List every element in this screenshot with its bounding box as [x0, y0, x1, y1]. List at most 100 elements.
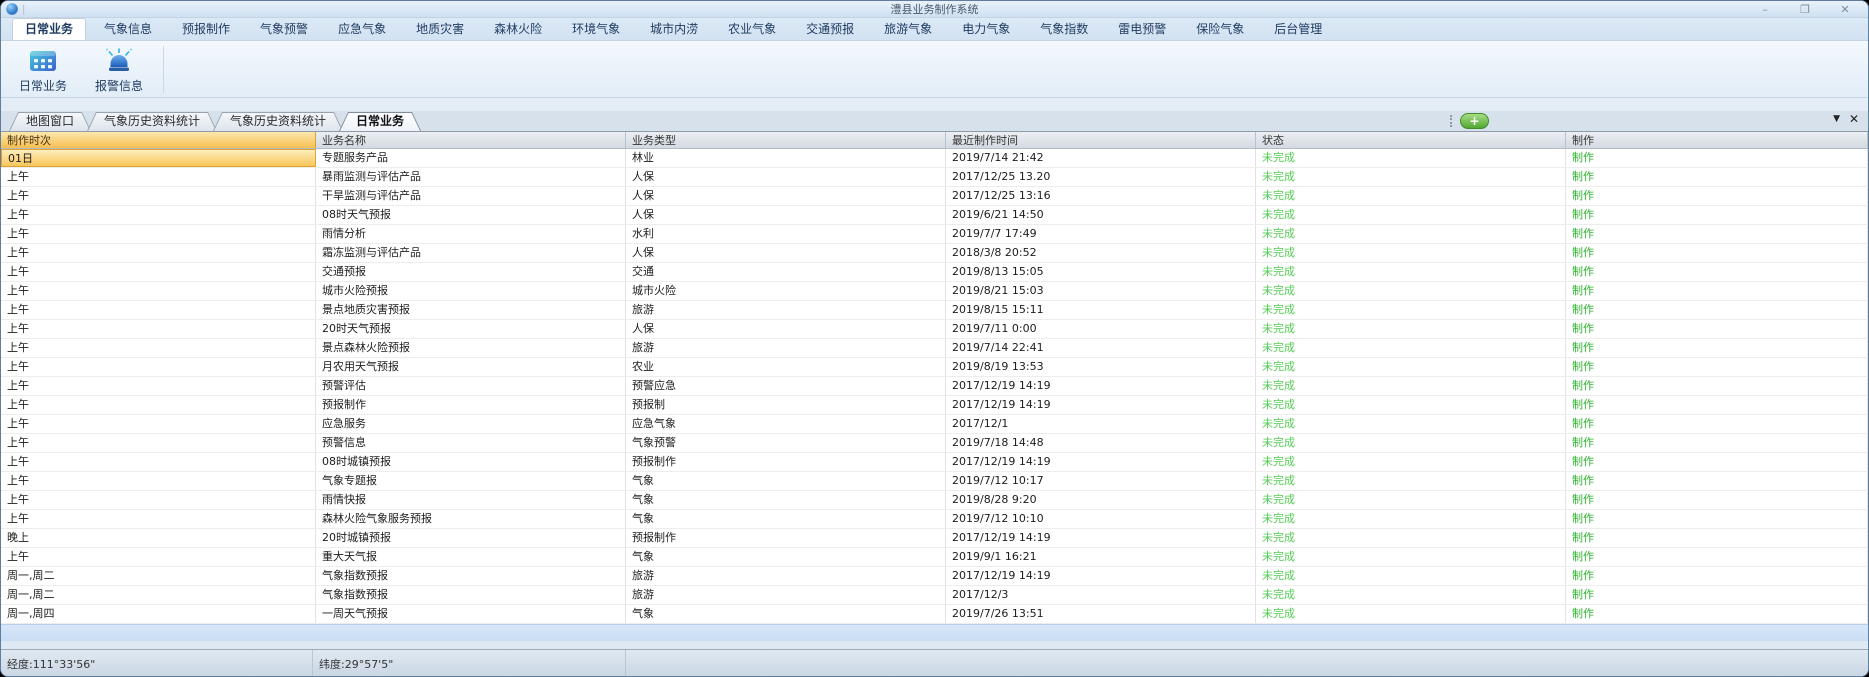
cell-status: 未完成	[1256, 529, 1566, 547]
ribbon-button-alarm-info[interactable]: 报警信息	[81, 44, 157, 95]
table-row[interactable]: 上午预警信息气象预警2019/7/18 14:48未完成制作	[1, 434, 1868, 453]
minimize-button[interactable]: –	[1758, 1, 1772, 18]
table-row[interactable]: 上午暴雨监测与评估产品人保2017/12/25 13.20未完成制作	[1, 168, 1868, 187]
cell-status: 未完成	[1256, 320, 1566, 338]
menu-item-13[interactable]: 电力气象	[950, 19, 1022, 40]
table-row[interactable]: 上午预警评估预警应急2017/12/19 14:19未完成制作	[1, 377, 1868, 396]
close-button[interactable]: ✕	[1838, 1, 1852, 18]
cell-action[interactable]: 制作	[1566, 510, 1868, 528]
cell-action[interactable]: 制作	[1566, 149, 1868, 167]
column-header-1[interactable]: 制作时次	[1, 132, 316, 148]
tab-close-icon[interactable]: ✕	[1849, 112, 1859, 126]
table-row[interactable]: 周一,周二气象指数预报旅游2017/12/19 14:19未完成制作	[1, 567, 1868, 586]
table-row[interactable]: 上午雨情分析水利2019/7/7 17:49未完成制作	[1, 225, 1868, 244]
ribbon-button-label: 报警信息	[95, 77, 143, 94]
table-row[interactable]: 上午预报制作预报制2017/12/19 14:19未完成制作	[1, 396, 1868, 415]
menu-item-7[interactable]: 森林火险	[482, 19, 554, 40]
cell-action[interactable]: 制作	[1566, 472, 1868, 490]
cell-action[interactable]: 制作	[1566, 358, 1868, 376]
menu-item-9[interactable]: 城市内涝	[638, 19, 710, 40]
menu-item-8[interactable]: 环境气象	[560, 19, 632, 40]
cell-action[interactable]: 制作	[1566, 377, 1868, 395]
cell-type: 应急气象	[626, 415, 946, 433]
cell-action[interactable]: 制作	[1566, 282, 1868, 300]
cell-status: 未完成	[1256, 225, 1566, 243]
cell-action[interactable]: 制作	[1566, 263, 1868, 281]
doc-tab-3[interactable]: 气象历史资料统计	[213, 112, 343, 131]
column-header-4[interactable]: 最近制作时间	[946, 132, 1256, 148]
column-header-3[interactable]: 业务类型	[626, 132, 946, 148]
cell-action[interactable]: 制作	[1566, 415, 1868, 433]
table-row[interactable]: 01日专题服务产品林业2019/7/14 21:42未完成制作	[1, 149, 1868, 168]
cell-type: 气象	[626, 510, 946, 528]
table-row[interactable]: 上午08时城镇预报预报制作2017/12/19 14:19未完成制作	[1, 453, 1868, 472]
cell-name: 暴雨监测与评估产品	[316, 168, 626, 186]
cell-action[interactable]: 制作	[1566, 491, 1868, 509]
table-row[interactable]: 上午景点森林火险预报旅游2019/7/14 22:41未完成制作	[1, 339, 1868, 358]
add-tab-button[interactable]: +	[1460, 113, 1489, 129]
menu-item-12[interactable]: 旅游气象	[872, 19, 944, 40]
cell-action[interactable]: 制作	[1566, 225, 1868, 243]
menu-item-10[interactable]: 农业气象	[716, 19, 788, 40]
table-row[interactable]: 上午森林火险气象服务预报气象2019/7/12 10:10未完成制作	[1, 510, 1868, 529]
table-row[interactable]: 上午重大天气报气象2019/9/1 16:21未完成制作	[1, 548, 1868, 567]
tab-grip-handle[interactable]	[1450, 115, 1452, 127]
menu-item-2[interactable]: 气象信息	[92, 19, 164, 40]
table-row[interactable]: 晚上20时城镇预报预报制作2017/12/19 14:19未完成制作	[1, 529, 1868, 548]
menu-item-17[interactable]: 后台管理	[1262, 19, 1334, 40]
cell-action[interactable]: 制作	[1566, 339, 1868, 357]
cell-time: 周一,周四	[1, 605, 316, 623]
menu-item-15[interactable]: 雷电预警	[1106, 19, 1178, 40]
table-row[interactable]: 上午08时天气预报人保2019/6/21 14:50未完成制作	[1, 206, 1868, 225]
menu-item-3[interactable]: 预报制作	[170, 19, 242, 40]
table-row[interactable]: 上午气象专题报气象2019/7/12 10:17未完成制作	[1, 472, 1868, 491]
cell-last-time: 2019/7/11 0:00	[946, 320, 1256, 338]
table-row[interactable]: 上午雨情快报气象2019/8/28 9:20未完成制作	[1, 491, 1868, 510]
table-row[interactable]: 上午交通预报交通2019/8/13 15:05未完成制作	[1, 263, 1868, 282]
cell-type: 旅游	[626, 301, 946, 319]
doc-tab-4[interactable]: 日常业务	[339, 112, 421, 131]
doc-tab-2[interactable]: 气象历史资料统计	[87, 112, 217, 131]
column-header-2[interactable]: 业务名称	[316, 132, 626, 148]
menu-item-14[interactable]: 气象指数	[1028, 19, 1100, 40]
table-row[interactable]: 上午应急服务应急气象2017/12/1未完成制作	[1, 415, 1868, 434]
menu-item-4[interactable]: 气象预警	[248, 19, 320, 40]
tab-list-chevron-down-icon[interactable]: ▼	[1833, 114, 1840, 124]
menu-item-5[interactable]: 应急气象	[326, 19, 398, 40]
cell-action[interactable]: 制作	[1566, 187, 1868, 205]
column-header-5[interactable]: 状态	[1256, 132, 1566, 148]
menu-item-6[interactable]: 地质灾害	[404, 19, 476, 40]
cell-action[interactable]: 制作	[1566, 567, 1868, 585]
menu-item-11[interactable]: 交通预报	[794, 19, 866, 40]
table-row[interactable]: 上午月农用天气预报农业2019/8/19 13:53未完成制作	[1, 358, 1868, 377]
cell-action[interactable]: 制作	[1566, 301, 1868, 319]
table-row[interactable]: 上午景点地质灾害预报旅游2019/8/15 15:11未完成制作	[1, 301, 1868, 320]
cell-action[interactable]: 制作	[1566, 206, 1868, 224]
cell-action[interactable]: 制作	[1566, 244, 1868, 262]
column-header-6[interactable]: 制作	[1566, 132, 1868, 148]
horizontal-scrollbar[interactable]	[1, 624, 1868, 641]
menu-item-1[interactable]: 日常业务	[12, 18, 86, 40]
cell-action[interactable]: 制作	[1566, 168, 1868, 186]
cell-action[interactable]: 制作	[1566, 453, 1868, 471]
table-row[interactable]: 上午干旱监测与评估产品人保2017/12/25 13:16未完成制作	[1, 187, 1868, 206]
cell-action[interactable]: 制作	[1566, 320, 1868, 338]
cell-action[interactable]: 制作	[1566, 586, 1868, 604]
table-row[interactable]: 上午20时天气预报人保2019/7/11 0:00未完成制作	[1, 320, 1868, 339]
cell-action[interactable]: 制作	[1566, 434, 1868, 452]
cell-action[interactable]: 制作	[1566, 548, 1868, 566]
cell-action[interactable]: 制作	[1566, 529, 1868, 547]
doc-tab-1[interactable]: 地图窗口	[9, 112, 91, 131]
ribbon-button-daily-business[interactable]: 日常业务	[5, 44, 81, 95]
cell-name: 景点森林火险预报	[316, 339, 626, 357]
grid-bottom-gap	[1, 641, 1868, 649]
menu-item-16[interactable]: 保险气象	[1184, 19, 1256, 40]
table-row[interactable]: 周一,周二气象指数预报旅游2017/12/3未完成制作	[1, 586, 1868, 605]
maximize-button[interactable]: ❐	[1798, 1, 1812, 18]
table-row[interactable]: 周一,周四一周天气预报气象2019/7/26 13:51未完成制作	[1, 605, 1868, 624]
table-row[interactable]: 上午城市火险预报城市火险2019/8/21 15:03未完成制作	[1, 282, 1868, 301]
cell-action[interactable]: 制作	[1566, 605, 1868, 623]
cell-action[interactable]: 制作	[1566, 396, 1868, 414]
cell-name: 预报制作	[316, 396, 626, 414]
table-row[interactable]: 上午霜冻监测与评估产品人保2018/3/8 20:52未完成制作	[1, 244, 1868, 263]
